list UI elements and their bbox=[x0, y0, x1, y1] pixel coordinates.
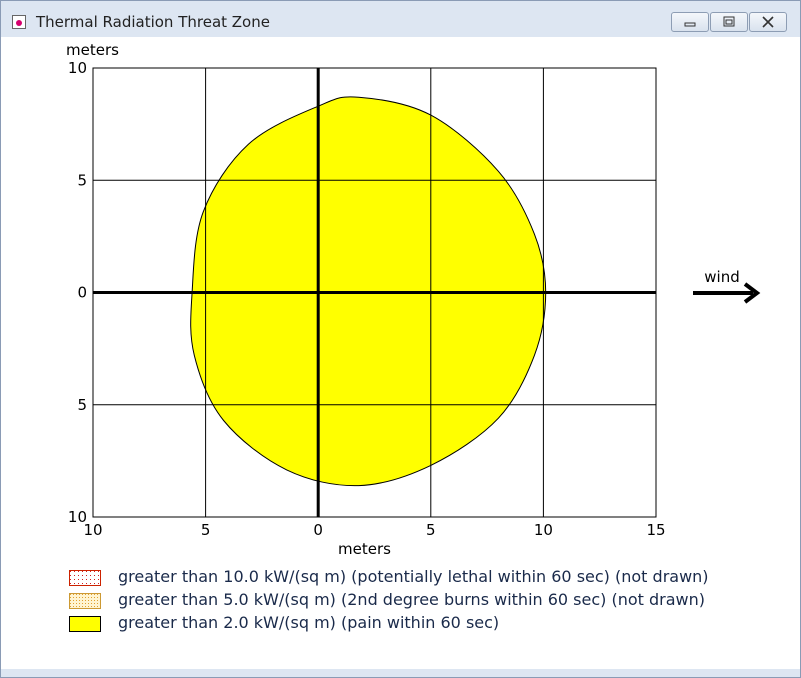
y-tick-label: 10 bbox=[68, 59, 87, 77]
y-tick-label: 10 bbox=[68, 508, 87, 526]
x-tick-label: 15 bbox=[646, 521, 665, 539]
x-tick-label: 0 bbox=[313, 521, 323, 539]
x-tick-label: 10 bbox=[534, 521, 553, 539]
legend-label-pain: greater than 2.0 kW/(sq m) (pain within … bbox=[118, 613, 500, 632]
restore-button[interactable] bbox=[710, 12, 748, 32]
content-area: 10 5 0 5 10 15 10 5 0 5 10 meters meters wind greater… bbox=[9, 37, 792, 669]
close-button[interactable] bbox=[749, 12, 787, 32]
y-tick-label: 5 bbox=[77, 171, 87, 189]
app-icon bbox=[12, 15, 26, 29]
x-tick-label: 5 bbox=[201, 521, 211, 539]
minimize-icon bbox=[684, 22, 696, 27]
y-tick-label: 0 bbox=[77, 284, 87, 302]
y-tick-label: 5 bbox=[77, 396, 87, 414]
x-axis-label: meters bbox=[338, 540, 391, 558]
window-title: Thermal Radiation Threat Zone bbox=[36, 13, 270, 31]
legend-label-burns: greater than 5.0 kW/(sq m) (2nd degree b… bbox=[118, 590, 706, 609]
close-icon bbox=[762, 16, 774, 28]
threat-zone-window: Thermal Radiation Threat Zone 10 5 0 5 10 15 1… bbox=[0, 0, 801, 678]
legend-swatch-yellow bbox=[69, 616, 101, 632]
wind-label: wind bbox=[704, 268, 739, 286]
y-axis-label: meters bbox=[66, 41, 119, 59]
minimize-button[interactable] bbox=[671, 12, 709, 32]
restore-icon bbox=[723, 16, 735, 27]
x-tick-label: 5 bbox=[426, 521, 436, 539]
threat-zone-plot: 10 5 0 5 10 151050510metersmeterswind bbox=[66, 41, 761, 558]
legend-label-lethal: greater than 10.0 kW/(sq m) (potentially… bbox=[118, 567, 709, 586]
title-bar[interactable]: Thermal Radiation Threat Zone bbox=[1, 1, 800, 37]
legend-swatch-orange-dots bbox=[69, 593, 101, 609]
legend-swatch-red-dots bbox=[69, 570, 101, 586]
status-strip bbox=[1, 669, 800, 677]
